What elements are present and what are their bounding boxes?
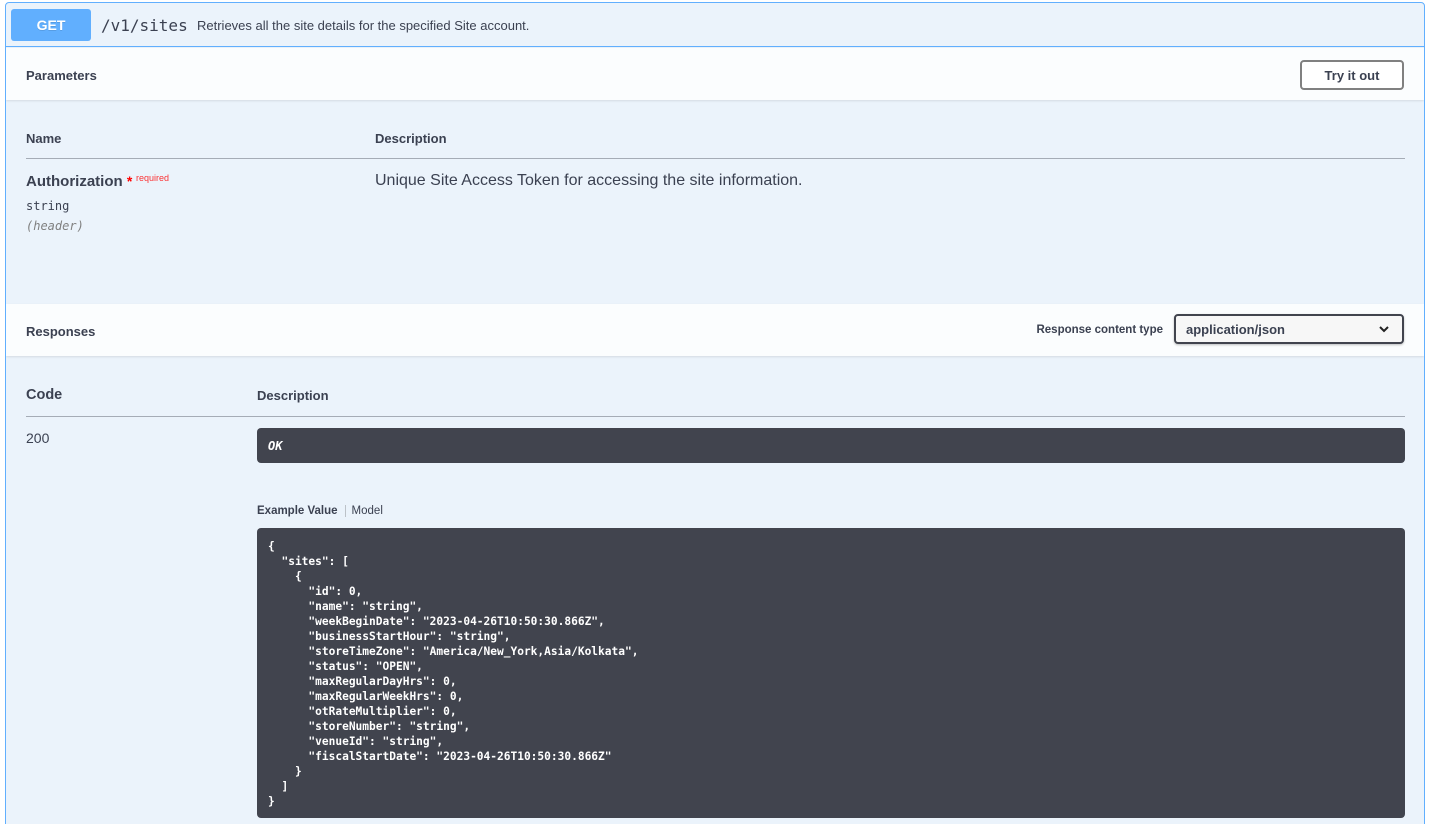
param-type: string: [26, 199, 70, 213]
tab-example-value[interactable]: Example Value: [257, 505, 345, 517]
required-label: required: [136, 173, 170, 183]
response-col-code: Code: [26, 387, 63, 403]
selected-content-type: application/json: [1186, 321, 1285, 337]
method-badge: GET: [11, 9, 91, 41]
response-description-box: OK: [257, 428, 1405, 463]
operation-block-get-sites: GET /v1/sites Retrieves all the site det…: [5, 2, 1425, 824]
param-description: Unique Site Access Token for accessing t…: [375, 172, 803, 189]
param-location: (header): [26, 219, 84, 233]
chevron-down-icon: [1379, 326, 1389, 333]
response-content-type-label: Response content type: [1036, 324, 1163, 336]
example-json: { "sites": [ { "id": 0, "name": "string"…: [268, 540, 639, 808]
parameters-header: Parameters Try it out: [6, 48, 1424, 100]
param-name-text: Authorization: [26, 173, 123, 190]
try-it-out-button[interactable]: Try it out: [1300, 60, 1404, 90]
param-col-description: Description: [375, 131, 447, 146]
example-model-tabs: Example Value Model: [257, 502, 383, 520]
tab-model[interactable]: Model: [344, 505, 383, 517]
endpoint-path: /v1/sites: [101, 16, 188, 35]
param-col-name: Name: [26, 131, 62, 146]
responses-header: Responses Response content type applicat…: [6, 304, 1424, 356]
response-description: OK: [268, 439, 283, 453]
example-value-code-block: { "sites": [ { "id": 0, "name": "string"…: [257, 528, 1405, 818]
response-code: 200: [26, 430, 50, 446]
param-name: Authorization *: [26, 173, 132, 190]
response-table-divider: [26, 416, 1405, 417]
operation-summary[interactable]: GET /v1/sites Retrieves all the site det…: [6, 3, 1424, 47]
response-content-type-select[interactable]: application/json: [1174, 314, 1404, 344]
required-star: *: [126, 173, 133, 189]
endpoint-summary: Retrieves all the site details for the s…: [197, 18, 530, 33]
parameters-title: Parameters: [26, 68, 97, 83]
param-table-divider: [26, 158, 1405, 159]
response-col-description: Description: [257, 388, 329, 403]
responses-title: Responses: [26, 324, 96, 339]
